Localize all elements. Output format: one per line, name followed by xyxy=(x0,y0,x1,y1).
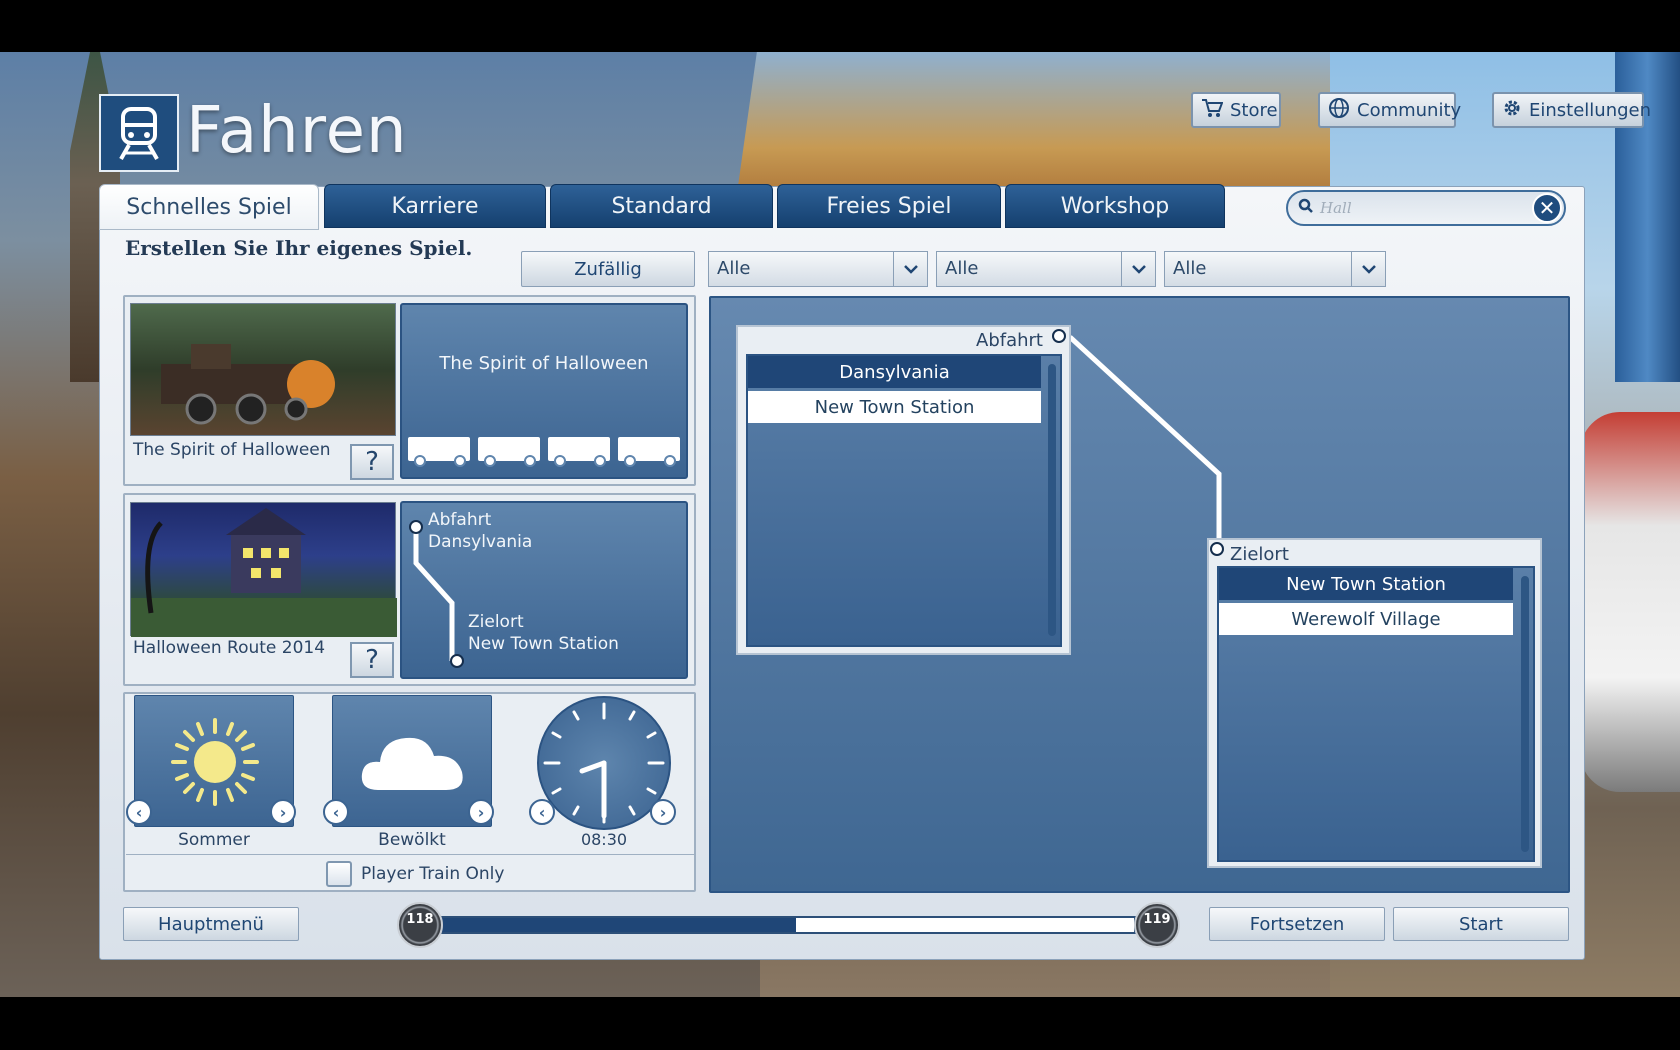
time-next-button[interactable]: › xyxy=(650,799,676,825)
season-next-button[interactable]: › xyxy=(270,799,296,825)
wheel-icon xyxy=(454,455,466,467)
cloud-icon xyxy=(361,737,463,790)
gear-icon xyxy=(1502,98,1522,123)
departure-list-label: Abfahrt xyxy=(976,330,1043,351)
train-preview: The Spirit of Halloween xyxy=(400,303,688,479)
season-prev-button[interactable]: ‹ xyxy=(126,799,152,825)
community-label: Community xyxy=(1357,99,1462,121)
xp-progress-bar xyxy=(428,916,1136,934)
level-current-badge: 118 xyxy=(397,902,443,948)
clear-search-icon[interactable]: ✕ xyxy=(1532,193,1562,223)
xp-progress-fill xyxy=(430,918,797,932)
route-destination-station: New Town Station xyxy=(468,634,619,654)
search-icon xyxy=(1298,198,1314,218)
panel-subtitle: Erstellen Sie Ihr eigenes Spiel. xyxy=(125,236,473,260)
filter-select-3-value: Alle xyxy=(1173,258,1207,279)
departure-list: Abfahrt Dansylvania New Town Station xyxy=(736,325,1071,655)
season-label: Sommer xyxy=(178,830,250,850)
list-item[interactable]: Werewolf Village xyxy=(1219,603,1513,635)
search-field[interactable]: Hall ✕ xyxy=(1286,190,1566,226)
filter-select-3[interactable]: Alle xyxy=(1164,251,1386,287)
tab-quick-game[interactable]: Schnelles Spiel xyxy=(99,184,319,230)
train-logo-icon xyxy=(99,94,179,172)
wheel-icon xyxy=(484,455,496,467)
page-title: Fahren xyxy=(186,94,408,168)
wheel-icon xyxy=(594,455,606,467)
background-train xyxy=(1580,412,1680,792)
filter-select-1-value: Alle xyxy=(717,258,751,279)
divider xyxy=(126,854,694,855)
weather-label: Bewölkt xyxy=(378,830,446,850)
route-destination-label: Zielort xyxy=(468,612,524,632)
route-name: Halloween Route 2014 xyxy=(133,638,326,658)
settings-label: Einstellungen xyxy=(1529,99,1652,121)
destination-scrollbar[interactable] xyxy=(1521,576,1529,852)
departure-node xyxy=(1052,329,1066,343)
route-thumbnail[interactable] xyxy=(130,502,397,637)
list-item[interactable]: Dansylvania xyxy=(748,356,1041,388)
chevron-down-icon xyxy=(1121,252,1155,286)
list-item[interactable]: New Town Station xyxy=(1219,568,1513,600)
train-thumbnail[interactable] xyxy=(130,303,396,436)
player-train-only-checkbox[interactable] xyxy=(326,861,352,887)
route-preview: Abfahrt Dansylvania Zielort New Town Sta… xyxy=(400,501,688,679)
main-menu-button[interactable]: Hauptmenü xyxy=(123,907,299,941)
time-label: 08:30 xyxy=(580,830,628,849)
route-departure-label: Abfahrt xyxy=(428,510,492,530)
destination-node xyxy=(1210,542,1224,556)
departure-scrollbar[interactable] xyxy=(1048,364,1056,636)
time-prev-button[interactable]: ‹ xyxy=(529,799,555,825)
wheel-icon xyxy=(624,455,636,467)
train-name: The Spirit of Halloween xyxy=(133,440,331,460)
wheel-icon xyxy=(664,455,676,467)
tab-workshop[interactable]: Workshop xyxy=(1005,184,1225,228)
community-button[interactable]: Community xyxy=(1318,92,1461,128)
departure-list-body: Dansylvania New Town Station xyxy=(746,354,1062,647)
store-button[interactable]: Store xyxy=(1191,92,1281,128)
random-button[interactable]: Zufällig xyxy=(521,251,695,287)
weather-prev-button[interactable]: ‹ xyxy=(323,799,349,825)
player-train-only-label: Player Train Only xyxy=(361,864,505,884)
chevron-down-icon xyxy=(893,252,927,286)
filter-select-1[interactable]: Alle xyxy=(708,251,928,287)
filter-select-2[interactable]: Alle xyxy=(936,251,1156,287)
sun-icon xyxy=(171,718,259,806)
list-item[interactable]: New Town Station xyxy=(748,391,1041,423)
filter-select-2-value: Alle xyxy=(945,258,979,279)
level-next-badge: 119 xyxy=(1134,902,1180,948)
start-button[interactable]: Start xyxy=(1393,907,1569,941)
tab-free-play[interactable]: Freies Spiel xyxy=(777,184,1001,228)
globe-icon xyxy=(1328,97,1350,124)
store-label: Store xyxy=(1230,99,1278,121)
destination-list-label: Zielort xyxy=(1230,544,1289,565)
wheel-icon xyxy=(554,455,566,467)
search-input[interactable]: Hall xyxy=(1320,199,1532,217)
route-departure-station: Dansylvania xyxy=(428,532,533,552)
train-preview-title: The Spirit of Halloween xyxy=(439,353,649,374)
tab-standard[interactable]: Standard xyxy=(550,184,773,228)
wheel-icon xyxy=(414,455,426,467)
tab-career[interactable]: Karriere xyxy=(324,184,546,228)
wheel-icon xyxy=(524,455,536,467)
train-help-button[interactable]: ? xyxy=(350,444,394,480)
cart-icon xyxy=(1201,98,1224,123)
destination-list-body: New Town Station Werewolf Village xyxy=(1217,566,1535,862)
destination-list: Zielort New Town Station Werewolf Villag… xyxy=(1207,538,1542,868)
continue-button[interactable]: Fortsetzen xyxy=(1209,907,1385,941)
weather-next-button[interactable]: › xyxy=(468,799,494,825)
chevron-down-icon xyxy=(1351,252,1385,286)
route-help-button[interactable]: ? xyxy=(350,642,394,678)
settings-button[interactable]: Einstellungen xyxy=(1492,92,1651,128)
